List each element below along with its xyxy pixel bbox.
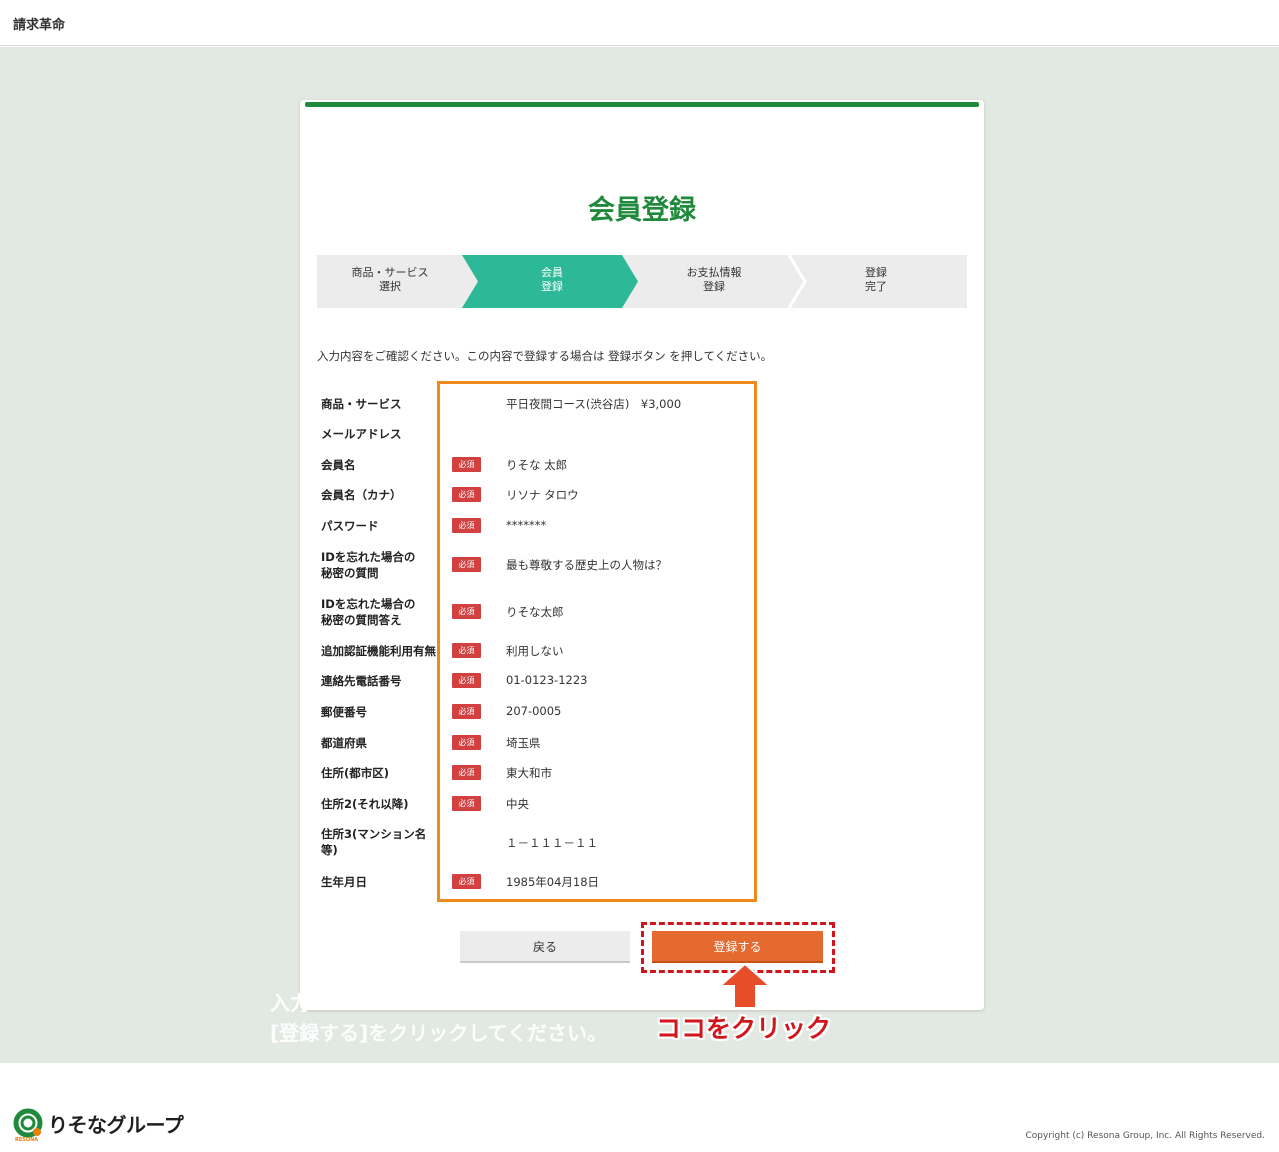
form-value: 平日夜間コース(渋谷店) ¥3,000 (506, 397, 682, 411)
step-payment-register: お支払情報 登録 (686, 266, 742, 293)
required-badge: 必須 (452, 457, 481, 472)
form-label-line2: 秘密の質問 (321, 566, 379, 580)
form-value: 中央 (506, 797, 529, 811)
footer: りそなグループ RESONA Copyright (c) Resona Grou… (0, 1063, 1279, 1152)
form-value: 利用しない (506, 644, 564, 658)
logo-text: りそなグループ (48, 1113, 184, 1137)
required-badge: 必須 (452, 735, 481, 750)
required-badge: 必須 (452, 604, 481, 619)
form-value: ******* (506, 518, 547, 532)
overlay-instruction-line2: [登録する]をクリックしてください。 (270, 1021, 608, 1045)
registration-card: 会員登録 商品・サービス 選択 会員 登録 お支払情報 登録 登録 完了 入力内容をご確… (300, 100, 984, 1010)
form-label: 会員名（カナ） (321, 488, 402, 502)
step-separator-icon (787, 255, 807, 308)
form-value: リソナ タロウ (506, 488, 579, 502)
form-label: IDを忘れた場合の (321, 550, 416, 564)
form-label: 会員名 (321, 458, 356, 472)
required-badge: 必須 (452, 765, 481, 780)
required-badge: 必須 (452, 487, 481, 502)
form-label-line2: 秘密の質問答え (321, 613, 402, 627)
form-label: IDを忘れた場合の (321, 597, 416, 611)
form-value: 東大和市 (506, 766, 552, 780)
required-badge: 必須 (452, 874, 481, 889)
required-badge: 必須 (452, 673, 481, 688)
form-label: 連絡先電話番号 (321, 674, 402, 688)
required-badge: 必須 (452, 557, 481, 572)
form-value: １－１１１－１１ (506, 836, 598, 850)
form-label: パスワード (321, 519, 379, 533)
form-label: 住所(都市区) (321, 766, 390, 780)
copyright: Copyright (c) Resona Group, Inc. All Rig… (1025, 1131, 1266, 1141)
app-title: 請求革命 (13, 18, 66, 33)
form-value: 最も尊敬する歴史上の人物は？ (506, 558, 667, 572)
step-complete: 登録 完了 (865, 266, 887, 293)
form-label: 住所3(マンション名 (321, 827, 427, 841)
form-value: りそな 太郎 (506, 458, 568, 472)
form-label-line2: 等) (321, 843, 338, 857)
form-label: 追加認証機能利用有無 (321, 644, 436, 658)
form-value: 1985年04月18日 (506, 875, 600, 889)
card-accent-bar (305, 102, 979, 107)
form-label: 郵便番号 (321, 705, 367, 719)
form-label: 生年月日 (321, 875, 367, 889)
required-badge: 必須 (452, 518, 481, 533)
resona-logo: りそなグループ RESONA (12, 1107, 202, 1147)
required-badge: 必須 (452, 796, 481, 811)
instruction-text: 入力内容をご確認ください。この内容で登録する場合は 登録ボタン を押してください… (317, 349, 773, 363)
arrow-up-icon (718, 962, 772, 1009)
form-value: りそな太郎 (506, 605, 564, 619)
resona-mark-icon (13, 1108, 43, 1138)
form-label: 商品・サービス (321, 397, 402, 411)
top-bar: 請求革命 (0, 0, 1279, 46)
register-button[interactable]: 登録する (652, 931, 823, 963)
form-value: 01-0123-1223 (506, 673, 588, 687)
form-label: 都道府県 (321, 736, 367, 750)
progress-steps: 商品・サービス 選択 会員 登録 お支払情報 登録 登録 完了 (317, 255, 967, 308)
required-badge: 必須 (452, 704, 481, 719)
step-product-select: 商品・サービス 選択 (351, 266, 429, 293)
form-label: メールアドレス (321, 427, 402, 441)
step-member-register: 会員 登録 (541, 266, 563, 293)
page-title: 会員登録 (588, 195, 696, 226)
required-badge: 必須 (452, 643, 481, 658)
back-button[interactable]: 戻る (460, 931, 630, 963)
form-label: 住所2(それ以降) (321, 797, 409, 811)
click-here-label: ココをクリック (656, 1014, 832, 1043)
form-value: 207-0005 (506, 704, 562, 718)
overlay-instruction-line1: 入力 (270, 991, 310, 1015)
form-value: 埼玉県 (506, 736, 541, 750)
logo-subtext: RESONA (15, 1137, 39, 1143)
